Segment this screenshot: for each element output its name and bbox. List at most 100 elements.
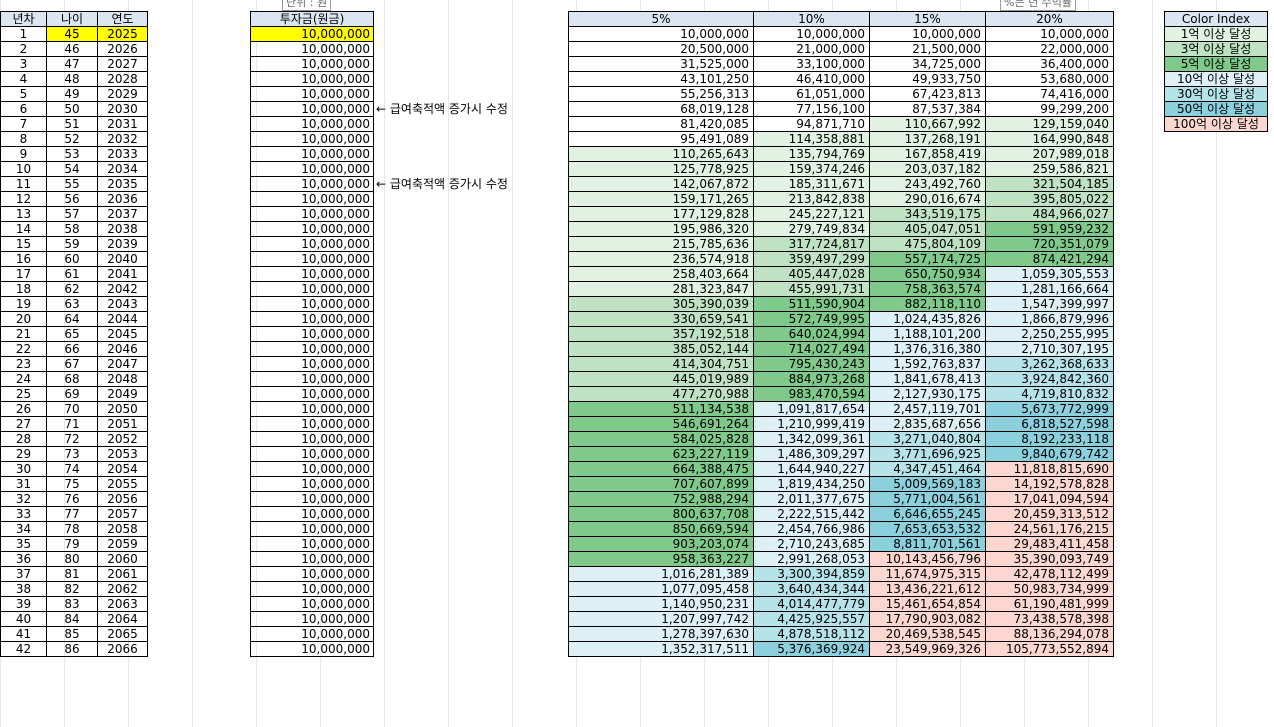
year-age-cell[interactable]: 2038 xyxy=(97,221,148,237)
color-index-item[interactable]: 5억 이상 달성 xyxy=(1164,56,1268,72)
investment-cell[interactable]: 10,000,000 xyxy=(250,191,374,207)
year-age-cell[interactable]: 63 xyxy=(46,296,98,312)
investment-cell[interactable]: 10,000,000 xyxy=(250,416,374,432)
projection-cell[interactable]: 4,347,451,464 xyxy=(869,461,986,477)
projection-cell[interactable]: 88,136,294,078 xyxy=(985,626,1114,642)
projection-cell[interactable]: 6,646,655,245 xyxy=(869,506,986,522)
projection-cell[interactable]: 10,000,000 xyxy=(568,26,754,42)
color-index-item[interactable]: 30억 이상 달성 xyxy=(1164,86,1268,102)
projection-cell[interactable]: 159,374,246 xyxy=(753,161,870,177)
projection-cell[interactable]: 5,673,772,999 xyxy=(985,401,1114,417)
projection-cell[interactable]: 35,390,093,749 xyxy=(985,551,1114,567)
projection-cell[interactable]: 475,804,109 xyxy=(869,236,986,252)
projection-cell[interactable]: 2,011,377,675 xyxy=(753,491,870,507)
projection-cell[interactable]: 720,351,079 xyxy=(985,236,1114,252)
projection-cell[interactable]: 1,352,317,511 xyxy=(568,641,754,657)
year-age-cell[interactable]: 2036 xyxy=(97,191,148,207)
projection-cell[interactable]: 24,561,176,215 xyxy=(985,521,1114,537)
projection-cell[interactable]: 137,268,191 xyxy=(869,131,986,147)
year-age-cell[interactable]: 30 xyxy=(0,461,47,477)
projection-cell[interactable]: 1,819,434,250 xyxy=(753,476,870,492)
projection-cell[interactable]: 53,680,000 xyxy=(985,71,1114,87)
year-age-cell[interactable]: 2031 xyxy=(97,116,148,132)
projection-cell[interactable]: 2,991,268,053 xyxy=(753,551,870,567)
investment-cell[interactable]: 10,000,000 xyxy=(250,26,374,42)
year-age-cell[interactable]: 2044 xyxy=(97,311,148,327)
projection-cell[interactable]: 87,537,384 xyxy=(869,101,986,117)
year-age-cell[interactable]: 16 xyxy=(0,251,47,267)
year-age-cell[interactable]: 60 xyxy=(46,251,98,267)
projection-header-cell[interactable]: 10% xyxy=(753,11,870,27)
projection-cell[interactable]: 99,299,200 xyxy=(985,101,1114,117)
year-age-cell[interactable]: 12 xyxy=(0,191,47,207)
projection-header-cell[interactable]: 5% xyxy=(568,11,754,27)
year-age-cell[interactable]: 2048 xyxy=(97,371,148,387)
year-age-cell[interactable]: 57 xyxy=(46,206,98,222)
year-age-cell[interactable]: 9 xyxy=(0,146,47,162)
projection-cell[interactable]: 4,878,518,112 xyxy=(753,626,870,642)
year-age-cell[interactable]: 1 xyxy=(0,26,47,42)
projection-cell[interactable]: 10,000,000 xyxy=(869,26,986,42)
projection-cell[interactable]: 1,376,316,380 xyxy=(869,341,986,357)
projection-cell[interactable]: 650,750,934 xyxy=(869,266,986,282)
projection-cell[interactable]: 557,174,725 xyxy=(869,251,986,267)
projection-cell[interactable]: 395,805,022 xyxy=(985,191,1114,207)
projection-cell[interactable]: 623,227,119 xyxy=(568,446,754,462)
year-age-cell[interactable]: 40 xyxy=(0,611,47,627)
year-age-cell[interactable]: 2055 xyxy=(97,476,148,492)
projection-cell[interactable]: 22,000,000 xyxy=(985,41,1114,57)
projection-cell[interactable]: 484,966,027 xyxy=(985,206,1114,222)
projection-cell[interactable]: 46,410,000 xyxy=(753,71,870,87)
projection-cell[interactable]: 357,192,518 xyxy=(568,326,754,342)
projection-cell[interactable]: 4,719,810,832 xyxy=(985,386,1114,402)
projection-cell[interactable]: 405,447,028 xyxy=(753,266,870,282)
projection-cell[interactable]: 34,725,000 xyxy=(869,56,986,72)
projection-cell[interactable]: 10,000,000 xyxy=(753,26,870,42)
year-age-cell[interactable]: 17 xyxy=(0,266,47,282)
year-age-cell[interactable]: 2060 xyxy=(97,551,148,567)
year-age-cell[interactable]: 76 xyxy=(46,491,98,507)
projection-cell[interactable]: 983,470,594 xyxy=(753,386,870,402)
projection-cell[interactable]: 94,871,710 xyxy=(753,116,870,132)
projection-cell[interactable]: 1,278,397,630 xyxy=(568,626,754,642)
year-age-cell[interactable]: 20 xyxy=(0,311,47,327)
projection-cell[interactable]: 385,052,144 xyxy=(568,341,754,357)
year-age-cell[interactable]: 66 xyxy=(46,341,98,357)
year-age-cell[interactable]: 19 xyxy=(0,296,47,312)
projection-cell[interactable]: 20,469,538,545 xyxy=(869,626,986,642)
projection-cell[interactable]: 49,933,750 xyxy=(869,71,986,87)
year-age-cell[interactable]: 2039 xyxy=(97,236,148,252)
year-age-cell[interactable]: 45 xyxy=(46,26,98,42)
projection-cell[interactable]: 33,100,000 xyxy=(753,56,870,72)
year-age-cell[interactable]: 2066 xyxy=(97,641,148,657)
year-age-cell[interactable]: 54 xyxy=(46,161,98,177)
year-age-cell[interactable]: 2045 xyxy=(97,326,148,342)
projection-cell[interactable]: 2,710,243,685 xyxy=(753,536,870,552)
projection-cell[interactable]: 752,988,294 xyxy=(568,491,754,507)
projection-cell[interactable]: 1,342,099,361 xyxy=(753,431,870,447)
projection-cell[interactable]: 3,640,434,344 xyxy=(753,581,870,597)
year-age-cell[interactable]: 2054 xyxy=(97,461,148,477)
year-age-cell[interactable]: 47 xyxy=(46,56,98,72)
year-age-header-cell[interactable]: 연도 xyxy=(97,11,148,27)
year-age-cell[interactable]: 2042 xyxy=(97,281,148,297)
projection-cell[interactable]: 1,281,166,664 xyxy=(985,281,1114,297)
projection-cell[interactable]: 317,724,817 xyxy=(753,236,870,252)
projection-cell[interactable]: 5,771,004,561 xyxy=(869,491,986,507)
year-age-cell[interactable]: 33 xyxy=(0,506,47,522)
projection-cell[interactable]: 714,027,494 xyxy=(753,341,870,357)
year-age-cell[interactable]: 2057 xyxy=(97,506,148,522)
investment-cell[interactable]: 10,000,000 xyxy=(250,236,374,252)
color-index-title[interactable]: Color Index xyxy=(1164,11,1268,27)
investment-cell[interactable]: 10,000,000 xyxy=(250,41,374,57)
year-age-cell[interactable]: 2043 xyxy=(97,296,148,312)
projection-cell[interactable]: 11,674,975,315 xyxy=(869,566,986,582)
projection-cell[interactable]: 2,710,307,195 xyxy=(985,341,1114,357)
year-age-cell[interactable]: 49 xyxy=(46,86,98,102)
year-age-cell[interactable]: 15 xyxy=(0,236,47,252)
year-age-cell[interactable]: 56 xyxy=(46,191,98,207)
projection-cell[interactable]: 5,009,569,183 xyxy=(869,476,986,492)
projection-cell[interactable]: 207,989,018 xyxy=(985,146,1114,162)
projection-cell[interactable]: 258,403,664 xyxy=(568,266,754,282)
projection-cell[interactable]: 17,790,903,082 xyxy=(869,611,986,627)
